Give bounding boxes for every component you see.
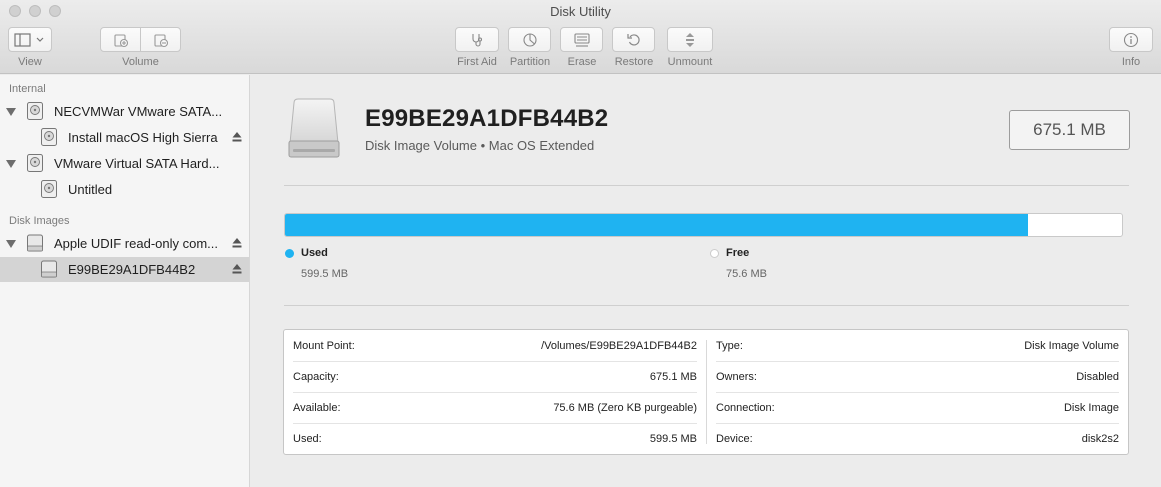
disk-image-icon xyxy=(41,260,57,278)
restore-button[interactable] xyxy=(612,27,655,52)
free-legend-dot xyxy=(710,249,719,258)
remove-volume-icon xyxy=(153,33,168,47)
info-key: Owners: xyxy=(716,371,757,383)
info-row-capacity: Capacity: 675.1 MB xyxy=(284,361,706,392)
sidebar-item-necvmwar-disk[interactable]: NECVMWar VMware SATA... xyxy=(0,99,249,124)
info-value: 675.1 MB xyxy=(649,371,697,383)
info-row-type: Type: Disk Image Volume xyxy=(707,330,1128,361)
usage-bar-used-fill xyxy=(285,214,1029,236)
info-value: Disabled xyxy=(1076,371,1119,383)
sidebar-view-icon xyxy=(14,32,44,47)
info-button[interactable] xyxy=(1109,27,1153,52)
sidebar-item-label: E99BE29A1DFB44B2 xyxy=(68,262,196,277)
info-key: Type: xyxy=(716,340,743,352)
partition-label: Partition xyxy=(509,56,551,68)
info-value: Disk Image Volume xyxy=(1024,340,1119,352)
info-row-mount-point: Mount Point: /Volumes/E99BE29A1DFB44B2 xyxy=(284,330,706,361)
window-title: Disk Utility xyxy=(550,4,611,19)
sidebar-item-apple-udif[interactable]: Apple UDIF read-only com... xyxy=(0,231,249,256)
hard-disk-icon xyxy=(41,128,57,146)
volume-label: Volume xyxy=(122,56,159,68)
info-key: Connection: xyxy=(716,402,775,414)
sidebar-item-untitled[interactable]: Untitled xyxy=(0,177,249,202)
unmount-icon xyxy=(686,32,694,47)
usage-bar xyxy=(284,213,1123,237)
sidebar-item-label: Install macOS High Sierra xyxy=(68,130,218,145)
remove-volume-button[interactable] xyxy=(140,27,181,52)
erase-icon xyxy=(573,32,590,47)
disk-image-icon xyxy=(27,234,43,252)
eject-icon[interactable] xyxy=(232,131,242,143)
sidebar-section-internal: Internal xyxy=(9,83,46,95)
view-button[interactable] xyxy=(8,27,52,52)
hard-disk-icon xyxy=(27,154,43,172)
add-volume-button[interactable] xyxy=(100,27,141,52)
volume-info-table: Mount Point: /Volumes/E99BE29A1DFB44B2 C… xyxy=(283,329,1129,455)
info-key: Mount Point: xyxy=(293,340,355,352)
disclosure-triangle-icon[interactable] xyxy=(6,108,16,116)
sidebar-section-disk-images: Disk Images xyxy=(9,215,70,227)
info-row-owners: Owners: Disabled xyxy=(707,361,1128,392)
add-volume-icon xyxy=(113,33,128,47)
toolbar: Disk Utility View Volume First Aid Parti… xyxy=(0,0,1161,74)
sidebar-item-label: Apple UDIF read-only com... xyxy=(54,236,219,251)
restore-icon xyxy=(626,33,640,46)
sidebar: Internal NECVMWar VMware SATA... Install… xyxy=(0,75,250,487)
unmount-label: Unmount xyxy=(667,56,713,68)
info-value: disk2s2 xyxy=(1081,433,1119,445)
info-row-connection: Connection: Disk Image xyxy=(707,392,1128,423)
info-value: 599.5 MB xyxy=(649,433,697,445)
eject-icon[interactable] xyxy=(232,263,242,275)
volume-subtitle: Disk Image Volume • Mac OS Extended xyxy=(365,138,595,153)
sidebar-item-e99be29a1dfb44b2[interactable]: E99BE29A1DFB44B2 xyxy=(0,257,249,282)
used-legend-dot xyxy=(285,249,294,258)
sidebar-item-label: VMware Virtual SATA Hard... xyxy=(54,156,220,171)
info-row-available: Available: 75.6 MB (Zero KB purgeable) xyxy=(284,392,706,423)
restore-label: Restore xyxy=(614,56,654,68)
view-label: View xyxy=(18,56,42,68)
info-value: /Volumes/E99BE29A1DFB44B2 xyxy=(541,340,697,352)
sidebar-item-vmware-disk[interactable]: VMware Virtual SATA Hard... xyxy=(0,151,249,176)
divider xyxy=(284,305,1129,306)
hard-disk-icon xyxy=(41,180,57,198)
partition-button[interactable] xyxy=(508,27,551,52)
info-key: Device: xyxy=(716,433,753,445)
free-legend-label: Free xyxy=(726,247,750,259)
first-aid-label: First Aid xyxy=(457,56,497,68)
unmount-button[interactable] xyxy=(667,27,713,52)
disk-image-volume-icon xyxy=(288,98,340,158)
volume-name: E99BE29A1DFB44B2 xyxy=(365,105,609,132)
info-row-device: Device: disk2s2 xyxy=(707,423,1128,454)
info-icon xyxy=(1123,32,1139,47)
hard-disk-icon xyxy=(27,102,43,120)
info-key: Available: xyxy=(293,402,341,414)
pie-icon xyxy=(522,32,537,47)
sidebar-item-install-macos[interactable]: Install macOS High Sierra xyxy=(0,125,249,150)
info-value: Disk Image xyxy=(1063,402,1119,414)
volume-size-badge: 675.1 MB xyxy=(1009,110,1130,150)
volume-detail-pane: E99BE29A1DFB44B2 Disk Image Volume • Mac… xyxy=(251,75,1161,487)
info-value: 75.6 MB (Zero KB purgeable) xyxy=(553,402,697,414)
sidebar-item-label: Untitled xyxy=(68,182,113,197)
erase-button[interactable] xyxy=(560,27,603,52)
eject-icon[interactable] xyxy=(232,237,242,249)
first-aid-button[interactable] xyxy=(455,27,499,52)
divider xyxy=(284,185,1129,186)
info-row-used: Used: 599.5 MB xyxy=(284,423,706,454)
info-key: Used: xyxy=(293,433,322,445)
erase-label: Erase xyxy=(567,56,597,68)
disclosure-triangle-icon[interactable] xyxy=(6,240,16,248)
stethoscope-icon xyxy=(472,33,483,47)
info-key: Capacity: xyxy=(293,371,339,383)
info-label: Info xyxy=(1121,56,1141,68)
free-value: 75.6 MB xyxy=(726,268,767,280)
used-value: 599.5 MB xyxy=(301,268,349,280)
info-left-column: Mount Point: /Volumes/E99BE29A1DFB44B2 C… xyxy=(284,330,706,454)
sidebar-item-label: NECVMWar VMware SATA... xyxy=(54,104,223,119)
disclosure-triangle-icon[interactable] xyxy=(6,160,16,168)
info-right-column: Type: Disk Image Volume Owners: Disabled… xyxy=(707,330,1128,454)
used-legend-label: Used xyxy=(301,247,328,259)
